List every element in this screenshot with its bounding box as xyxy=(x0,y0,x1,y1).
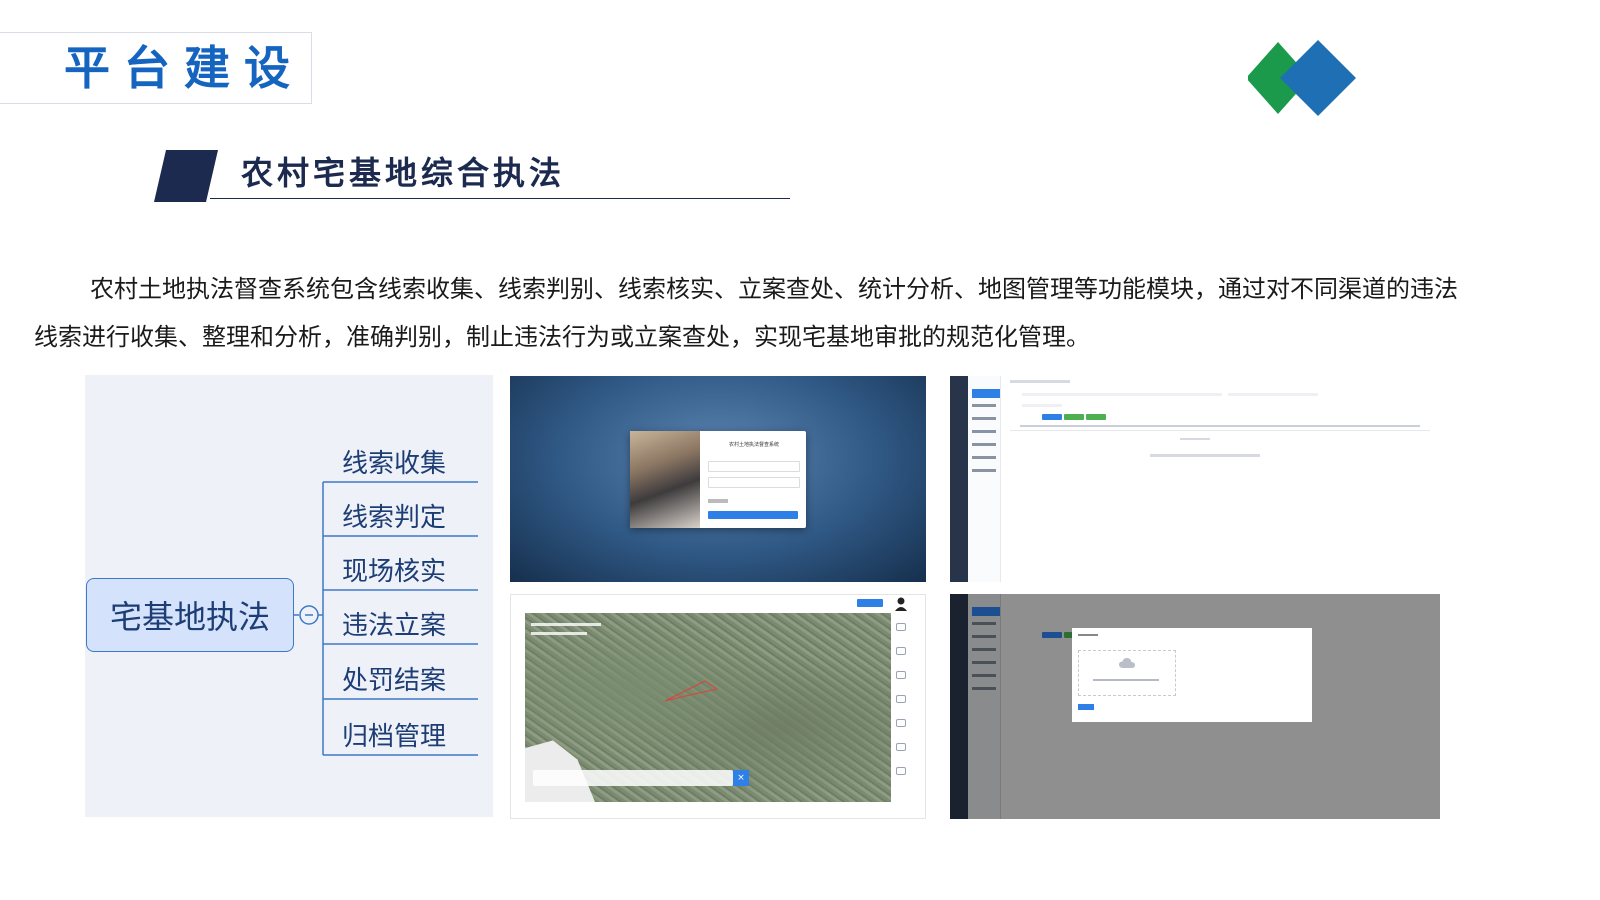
login-photo xyxy=(630,431,700,528)
map-tool-icon xyxy=(896,743,906,751)
parcel-outline xyxy=(664,680,719,702)
login-password-field xyxy=(708,477,800,488)
login-title: 农村土地执法督查系统 xyxy=(728,442,779,448)
login-button xyxy=(708,511,798,519)
login-card: 农村土地执法督查系统 xyxy=(630,431,806,528)
login-username-field xyxy=(708,461,800,472)
add-button xyxy=(1064,414,1084,420)
map-tool-icon xyxy=(896,647,906,655)
map-tool-icon xyxy=(896,623,906,631)
upload-drop-zone xyxy=(1078,650,1176,696)
dialog-title xyxy=(1078,634,1098,636)
nav-item xyxy=(972,417,996,420)
mindmap-branch-node: 违法立案 xyxy=(341,610,446,641)
upload-hint xyxy=(1093,679,1159,681)
nav-item xyxy=(972,622,996,625)
section-title: 农村宅基地综合执法 xyxy=(241,154,566,192)
mindmap-branch-node: 现场核实 xyxy=(341,556,446,587)
section-marker-icon xyxy=(154,150,218,202)
mindmap-branch-node: 线索判定 xyxy=(341,502,446,533)
table-empty-text xyxy=(1180,438,1210,440)
app-nav xyxy=(968,376,1001,582)
nav-active-item xyxy=(972,389,1000,398)
close-icon: × xyxy=(733,770,749,786)
map-info-panel xyxy=(531,619,601,635)
map-tool-icon xyxy=(896,767,906,775)
nav-item xyxy=(972,469,996,472)
export-button xyxy=(1086,414,1106,420)
import-button xyxy=(1078,704,1094,710)
nav-item xyxy=(972,404,996,407)
map-toolbar xyxy=(533,770,733,786)
map-tool-icon xyxy=(896,671,906,679)
nav-item xyxy=(972,430,996,433)
description-paragraph: 农村土地执法督查系统包含线索收集、线索判别、线索核实、立案查处、统计分析、地图管… xyxy=(34,275,1458,351)
nav-item xyxy=(972,648,996,651)
cloud-upload-icon xyxy=(1119,657,1135,668)
nav-item xyxy=(972,443,996,446)
app-sidebar xyxy=(950,594,968,819)
login-screenshot: 农村土地执法督查系统 xyxy=(510,376,926,582)
query-button xyxy=(1042,632,1062,638)
mindmap-panel: 宅基地执法 线索收集 线索判定 现场核实 违法立案 处罚结案 归档管理 xyxy=(85,375,493,817)
mindmap-branch-node: 归档管理 xyxy=(341,721,446,752)
query-button xyxy=(1042,414,1062,420)
nav-item xyxy=(972,674,996,677)
nav-item xyxy=(972,456,996,459)
pagination xyxy=(1150,454,1260,457)
mindmap-branch-node: 处罚结案 xyxy=(341,665,446,696)
section-divider xyxy=(210,198,790,199)
nav-item xyxy=(972,687,996,690)
filter-field xyxy=(1022,404,1062,407)
table-header xyxy=(1020,425,1420,427)
breadcrumb xyxy=(1010,380,1070,383)
nav-item xyxy=(972,635,996,638)
map-tool-icon xyxy=(896,695,906,703)
app-nav xyxy=(968,594,1001,819)
table-header-divider xyxy=(1010,430,1430,431)
map-tool-icon xyxy=(896,719,906,727)
login-remember-checkbox xyxy=(708,499,728,503)
map-badge xyxy=(857,599,883,607)
mindmap-branch-node: 线索收集 xyxy=(341,448,446,479)
user-icon xyxy=(895,597,907,611)
map-screenshot: × xyxy=(510,594,926,819)
table-screenshot xyxy=(950,376,1440,582)
nav-item xyxy=(972,661,996,664)
upload-screenshot xyxy=(950,594,1440,819)
filter-field xyxy=(1228,393,1318,396)
app-sidebar xyxy=(950,376,968,582)
upload-dialog xyxy=(1072,628,1312,722)
page-title: 平台建设 xyxy=(64,41,304,95)
diamond-logo-icon xyxy=(1248,40,1356,116)
nav-active-item xyxy=(972,607,1000,616)
mindmap-root-node: 宅基地执法 xyxy=(86,578,294,652)
filter-field xyxy=(1022,393,1222,396)
